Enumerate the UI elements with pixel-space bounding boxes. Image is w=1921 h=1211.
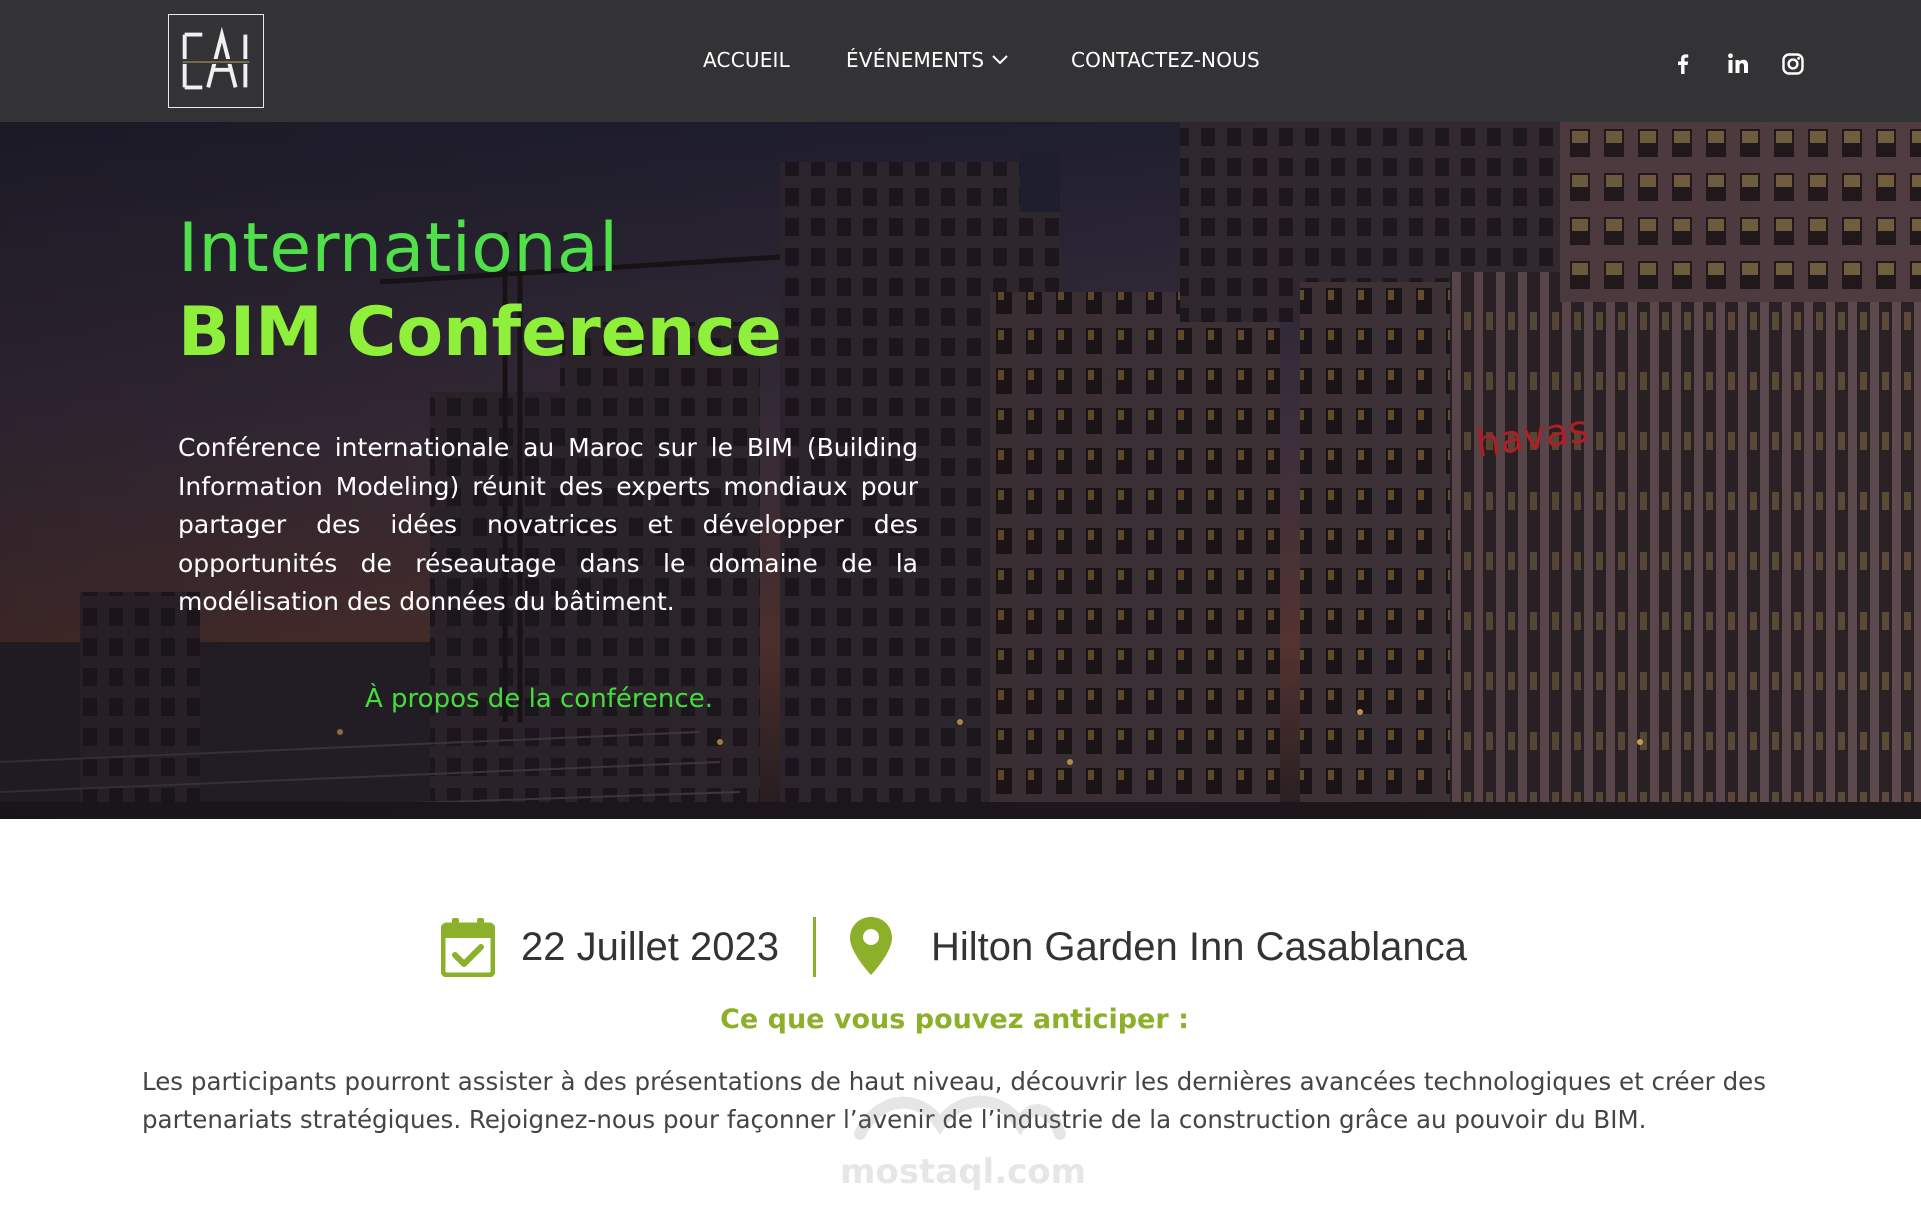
linkedin-icon[interactable] [1724, 50, 1752, 78]
nav-contactez-nous[interactable]: CONTACTEZ-NOUS [1071, 48, 1260, 72]
anticipate-heading: Ce que vous pouvez anticiper : [720, 1004, 1189, 1035]
chevron-down-icon[interactable] [991, 52, 1009, 66]
facebook-icon[interactable] [1669, 50, 1697, 78]
hero-title-line1: International [178, 209, 619, 288]
calendar-check-icon [441, 918, 495, 977]
instagram-icon[interactable] [1779, 50, 1807, 78]
logo-mark-icon [180, 26, 252, 90]
event-venue: Hilton Garden Inn Casablanca [931, 925, 1467, 969]
location-pin-icon [850, 917, 892, 975]
hero-banner: havas International BIM Conference Confé… [0, 122, 1921, 819]
event-description: Les participants pourront assister à des… [142, 1067, 1766, 1134]
event-date: 22 Juillet 2023 [521, 925, 779, 969]
site-logo[interactable] [168, 14, 264, 108]
hero-title-line2: BIM Conference [178, 293, 782, 372]
hero-description: Conférence internationale au Maroc sur l… [178, 433, 918, 616]
event-info-section: 22 Juillet 2023 Hilton Garden Inn Casabl… [0, 819, 1921, 1211]
info-divider [813, 917, 816, 977]
hero-title: International BIM Conference [178, 207, 782, 375]
nav-accueil[interactable]: ACCUEIL [703, 48, 790, 72]
about-conference-link[interactable]: À propos de la conférence. [365, 684, 713, 714]
nav-evenements[interactable]: ÉVÉNEMENTS [846, 48, 984, 72]
top-navbar: ACCUEIL ÉVÉNEMENTS CONTACTEZ-NOUS [0, 0, 1921, 122]
